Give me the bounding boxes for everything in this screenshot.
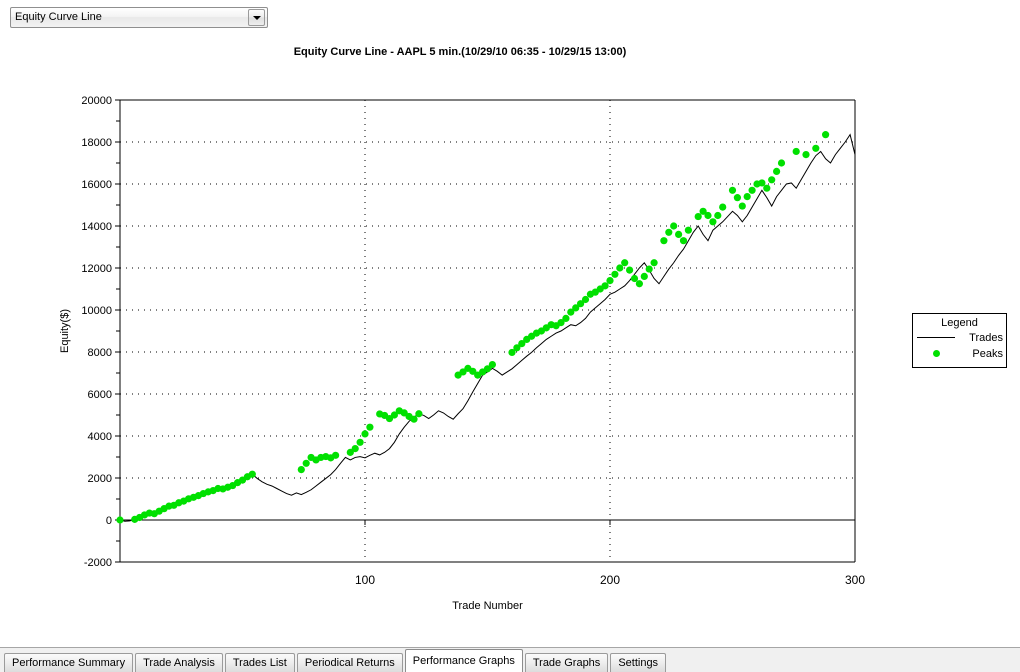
svg-text:12000: 12000 bbox=[81, 263, 112, 275]
svg-text:Trade Number: Trade Number bbox=[452, 600, 523, 612]
svg-text:8000: 8000 bbox=[88, 347, 112, 359]
dropdown-toggle-button[interactable] bbox=[248, 9, 265, 26]
graph-type-dropdown[interactable]: Equity Curve Line bbox=[10, 7, 268, 28]
svg-text:-2000: -2000 bbox=[84, 557, 112, 569]
svg-text:200: 200 bbox=[600, 573, 620, 587]
svg-text:4000: 4000 bbox=[88, 431, 112, 443]
legend-dot-icon bbox=[913, 350, 959, 357]
svg-text:10000: 10000 bbox=[81, 305, 112, 317]
performance-graphs-window: Equity Curve Line Equity Curve Line - AA… bbox=[0, 0, 1020, 672]
chart-canvas: -2000 0 2000 4000 6000 8000 10000 12000 14000 160… bbox=[0, 60, 900, 620]
tab-trade-graphs[interactable]: Trade Graphs bbox=[525, 653, 608, 672]
legend-label-peaks: Peaks bbox=[959, 348, 1006, 360]
tab-performance-summary[interactable]: Performance Summary bbox=[4, 653, 133, 672]
tab-bar: Performance Summary Trade Analysis Trade… bbox=[0, 647, 1020, 672]
svg-text:16000: 16000 bbox=[81, 179, 112, 191]
tab-trade-analysis[interactable]: Trade Analysis bbox=[135, 653, 223, 672]
svg-text:2000: 2000 bbox=[88, 473, 112, 485]
tab-trades-list[interactable]: Trades List bbox=[225, 653, 295, 672]
graph-type-value: Equity Curve Line bbox=[11, 8, 248, 27]
chevron-down-icon bbox=[253, 16, 261, 20]
legend-item-peaks: Peaks bbox=[913, 346, 1006, 361]
legend-item-trades: Trades bbox=[913, 330, 1006, 345]
legend-line-icon bbox=[913, 337, 959, 338]
tab-performance-graphs[interactable]: Performance Graphs bbox=[405, 649, 523, 672]
svg-text:6000: 6000 bbox=[88, 389, 112, 401]
svg-text:0: 0 bbox=[106, 515, 112, 527]
tab-periodical-returns[interactable]: Periodical Returns bbox=[297, 653, 403, 672]
svg-text:100: 100 bbox=[355, 573, 375, 587]
equity-curve-chart: -2000 0 2000 4000 6000 8000 10000 12000 14000 160… bbox=[0, 60, 900, 620]
chart-title: Equity Curve Line - AAPL 5 min.(10/29/10… bbox=[0, 46, 920, 58]
tab-settings[interactable]: Settings bbox=[610, 653, 666, 672]
chart-legend: Legend Trades Peaks bbox=[912, 313, 1007, 368]
svg-text:20000: 20000 bbox=[81, 95, 112, 107]
legend-title: Legend bbox=[913, 317, 1006, 329]
svg-text:14000: 14000 bbox=[81, 221, 112, 233]
legend-label-trades: Trades bbox=[959, 332, 1006, 344]
svg-text:18000: 18000 bbox=[81, 137, 112, 149]
svg-text:Equity($): Equity($) bbox=[59, 309, 71, 353]
svg-text:300: 300 bbox=[845, 573, 865, 587]
